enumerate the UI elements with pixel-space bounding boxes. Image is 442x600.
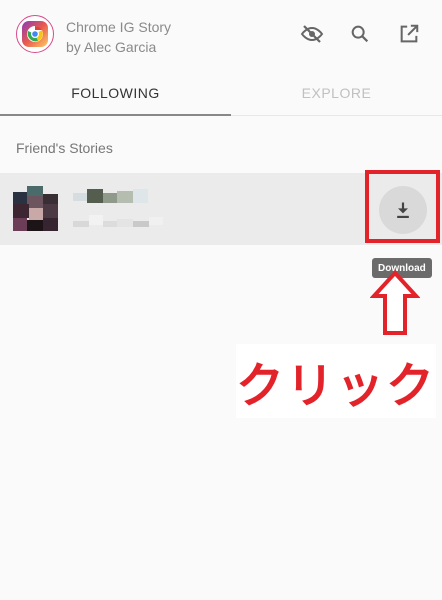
tab-following[interactable]: FOLLOWING xyxy=(0,70,231,116)
story-list-item[interactable] xyxy=(0,173,442,245)
open-external-icon[interactable] xyxy=(395,20,423,48)
story-meta-blurred xyxy=(73,211,163,227)
tab-explore[interactable]: EXPLORE xyxy=(231,70,442,116)
app-subtitle: by Alec Garcia xyxy=(66,39,157,55)
tab-bar: FOLLOWING EXPLORE xyxy=(0,70,442,116)
search-icon[interactable] xyxy=(346,20,374,48)
click-annotation-label: クリック xyxy=(236,344,436,418)
app-logo-icon xyxy=(16,15,54,53)
section-label-friends-stories: Friend's Stories xyxy=(16,140,113,156)
active-tab-indicator xyxy=(0,114,231,116)
download-button[interactable] xyxy=(379,186,427,234)
app-title: Chrome IG Story xyxy=(66,19,172,35)
story-avatar[interactable] xyxy=(13,186,58,231)
hide-icon[interactable] xyxy=(298,20,326,48)
app-header: Chrome IG Story by Alec Garcia xyxy=(0,0,442,70)
story-username-blurred xyxy=(73,189,148,203)
up-arrow-annotation xyxy=(370,270,420,335)
download-icon xyxy=(397,202,409,218)
